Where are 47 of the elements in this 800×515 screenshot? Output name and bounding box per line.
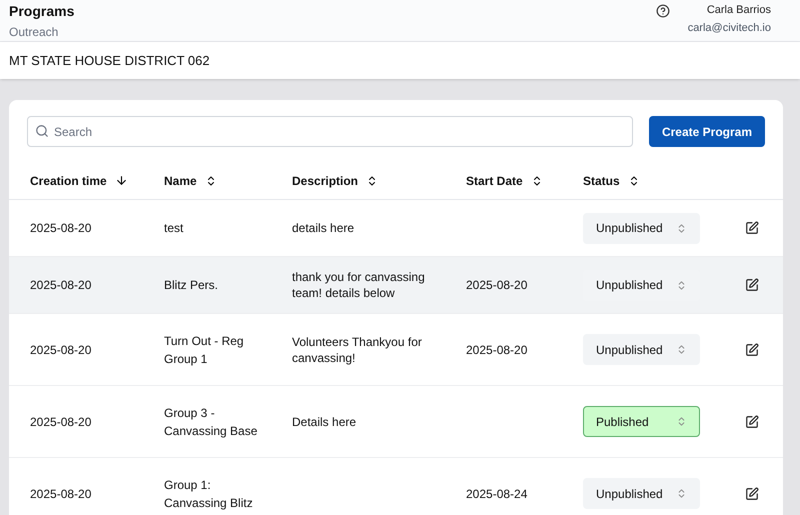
table-cell: Blitz Pers. bbox=[164, 278, 218, 292]
table-cell: details here bbox=[292, 221, 354, 235]
table-row[interactable]: 2025-08-20 Blitz Pers. thank you for canvassing team! details below 2025-08-20 Unpublished bbox=[9, 257, 783, 314]
table-cell: 2025-08-20 bbox=[30, 486, 92, 500]
table-cell: 2025-08-24 bbox=[466, 486, 528, 500]
edit-icon[interactable] bbox=[745, 278, 759, 292]
search-icon bbox=[35, 124, 49, 138]
select-caret-icon bbox=[676, 344, 687, 355]
column-header[interactable]: Creation time bbox=[30, 172, 107, 190]
select-caret-icon bbox=[676, 416, 687, 427]
page-subtitle: Outreach bbox=[9, 24, 60, 41]
table-cell: 2025-08-20 bbox=[30, 342, 92, 356]
status-select[interactable]: Unpublished bbox=[583, 478, 700, 509]
table-cell: 2025-08-20 bbox=[30, 414, 92, 428]
user-name: Carla Barrios bbox=[706, 3, 771, 18]
status-select[interactable]: Unpublished bbox=[583, 212, 700, 244]
column-header[interactable]: Start Date bbox=[466, 172, 523, 190]
page-title: Programs bbox=[9, 2, 74, 21]
column-header[interactable]: Status bbox=[583, 172, 620, 190]
table-cell: Volunteers Thankyou for canvassing! bbox=[292, 334, 422, 364]
sort-down-icon[interactable] bbox=[114, 174, 128, 187]
table-cell: test bbox=[164, 221, 184, 235]
column-header[interactable]: Name bbox=[164, 172, 197, 190]
table-cell: 2025-08-20 bbox=[466, 342, 528, 356]
table-cell: thank you for canvassing team! details below bbox=[292, 270, 425, 300]
table-cell: 2025-08-20 bbox=[30, 278, 92, 292]
table-cell: Turn Out - Reg Group 1 bbox=[164, 334, 244, 366]
table-cell: Group 1: Canvassing Blitz bbox=[164, 478, 253, 510]
search-field[interactable]: Search bbox=[27, 116, 633, 147]
select-caret-icon bbox=[676, 488, 687, 499]
table-cell: Group 3 - Canvassing Base bbox=[164, 406, 258, 438]
district-title: MT STATE HOUSE DISTRICT 062 bbox=[9, 52, 210, 70]
edit-icon[interactable] bbox=[745, 342, 759, 356]
select-caret-icon bbox=[676, 280, 687, 290]
edit-icon[interactable] bbox=[745, 486, 759, 500]
table-cell: 2025-08-20 bbox=[466, 278, 528, 292]
column-header[interactable]: Description bbox=[292, 172, 358, 190]
status-select[interactable]: Unpublished bbox=[583, 334, 700, 365]
table-cell: 2025-08-20 bbox=[30, 221, 92, 235]
table-cell: Details here bbox=[292, 414, 356, 428]
user-email: carla@civitech.io bbox=[688, 20, 771, 36]
edit-icon[interactable] bbox=[745, 221, 759, 235]
create-program-button[interactable]: Create Program bbox=[648, 116, 765, 147]
status-select[interactable]: Published bbox=[583, 406, 700, 437]
edit-icon[interactable] bbox=[745, 414, 759, 428]
select-caret-icon bbox=[676, 222, 687, 234]
help-icon[interactable] bbox=[656, 4, 670, 18]
